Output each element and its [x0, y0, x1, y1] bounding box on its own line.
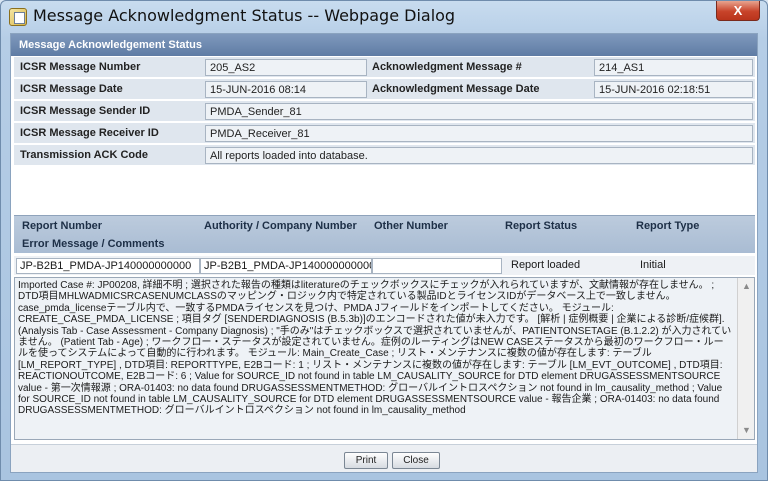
- dialog-icon: [9, 8, 27, 26]
- ack-message-date-label: Acknowledgment Message Date: [372, 83, 540, 95]
- column-header-report-number[interactable]: Report Number: [22, 220, 102, 232]
- other-number-cell[interactable]: [372, 258, 502, 274]
- report-grid-header: Report Number Authority / Company Number…: [14, 215, 755, 253]
- transmission-ack-code-label: Transmission ACK Code: [20, 149, 148, 161]
- field-row: ICSR Message Receiver ID PMDA_Receiver_8…: [14, 123, 755, 143]
- error-message-text: Imported Case #: JP00208, 詳細不明 ; 選択された報告…: [18, 280, 732, 417]
- receiver-id-label: ICSR Message Receiver ID: [20, 127, 159, 139]
- field-row: ICSR Message Number 205_AS2 Acknowledgme…: [14, 57, 755, 77]
- table-row[interactable]: JP-B2B1_PMDA-JP140000000000 JP-B2B1_PMDA…: [14, 256, 755, 275]
- report-type-cell: Initial: [640, 259, 666, 271]
- icsr-message-date-value: 15-JUN-2016 08:14: [205, 81, 367, 98]
- error-message-box[interactable]: Imported Case #: JP00208, 詳細不明 ; 選択された報告…: [14, 277, 755, 440]
- column-header-report-status[interactable]: Report Status: [505, 220, 577, 232]
- report-status-cell: Report loaded: [511, 259, 581, 271]
- ack-message-date-value: 15-JUN-2016 02:18:51: [594, 81, 753, 98]
- close-button[interactable]: Close: [392, 452, 440, 469]
- window-title: Message Acknowledgment Status -- Webpage…: [33, 6, 456, 25]
- column-header-other-number[interactable]: Other Number: [374, 220, 448, 232]
- transmission-ack-code-value: All reports loaded into database.: [205, 147, 753, 164]
- dialog-content: Message Acknowledgement Status ICSR Mess…: [10, 33, 758, 473]
- window-close-button[interactable]: X: [716, 1, 760, 21]
- ack-message-number-label: Acknowledgment Message #: [372, 61, 522, 73]
- section-header: Message Acknowledgement Status: [11, 34, 757, 56]
- scroll-up-icon[interactable]: ▲: [741, 281, 752, 292]
- column-header-report-type[interactable]: Report Type: [636, 220, 699, 232]
- icsr-message-number-value: 205_AS2: [205, 59, 367, 76]
- column-header-error-message: Error Message / Comments: [22, 238, 165, 250]
- sender-id-label: ICSR Message Sender ID: [20, 105, 151, 117]
- ack-message-number-value: 214_AS1: [594, 59, 753, 76]
- print-button[interactable]: Print: [344, 452, 388, 469]
- icsr-message-date-label: ICSR Message Date: [20, 83, 123, 95]
- field-row: ICSR Message Date 15-JUN-2016 08:14 Ackn…: [14, 79, 755, 99]
- message-fields: ICSR Message Number 205_AS2 Acknowledgme…: [14, 57, 755, 167]
- report-number-cell[interactable]: JP-B2B1_PMDA-JP140000000000: [16, 258, 200, 274]
- title-bar[interactable]: Message Acknowledgment Status -- Webpage…: [1, 1, 767, 33]
- message-scrollbar[interactable]: ▲ ▼: [737, 278, 754, 439]
- icsr-message-number-label: ICSR Message Number: [20, 61, 141, 73]
- field-row: ICSR Message Sender ID PMDA_Sender_81: [14, 101, 755, 121]
- authority-number-cell[interactable]: JP-B2B1_PMDA-JP140000000000: [200, 258, 372, 274]
- column-header-authority-number[interactable]: Authority / Company Number: [204, 220, 357, 232]
- scroll-down-icon[interactable]: ▼: [741, 425, 752, 436]
- receiver-id-value: PMDA_Receiver_81: [205, 125, 753, 142]
- sender-id-value: PMDA_Sender_81: [205, 103, 753, 120]
- dialog-window: Message Acknowledgment Status -- Webpage…: [0, 0, 768, 481]
- field-row: Transmission ACK Code All reports loaded…: [14, 145, 755, 165]
- button-bar: Print Close: [11, 444, 757, 472]
